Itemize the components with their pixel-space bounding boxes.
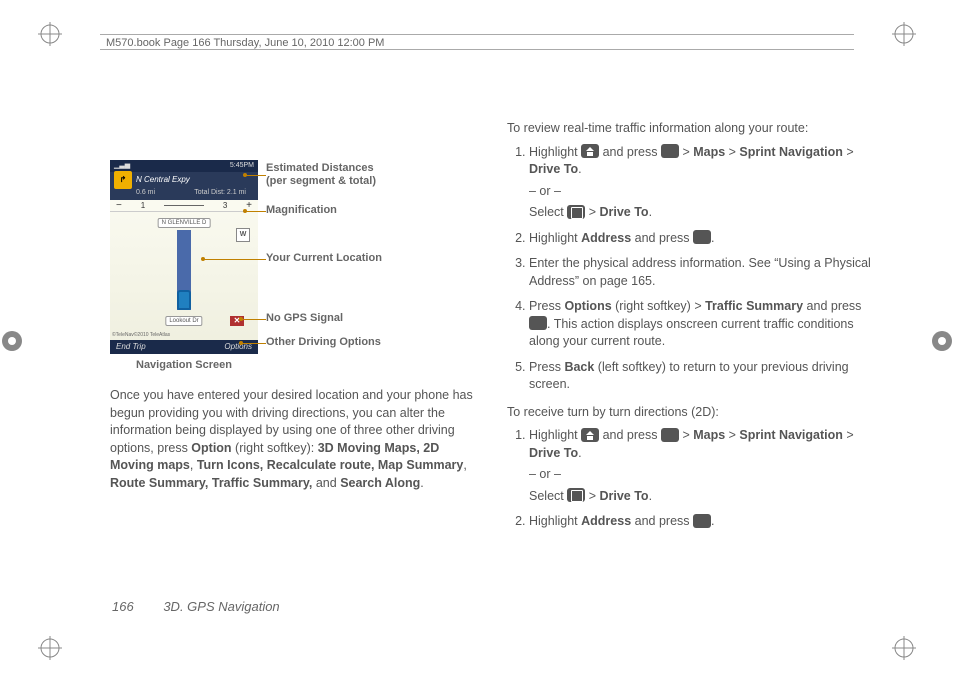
map-copyright: ©TeleNav©2010 TeleAtlas — [112, 332, 170, 339]
zoom-level-1: 1 — [141, 200, 145, 211]
street-label-bottom: Lookout Dr — [165, 316, 202, 326]
crop-mark-icon — [892, 22, 916, 46]
crop-mark-icon — [38, 22, 62, 46]
ok-key-icon — [661, 428, 679, 442]
callout-other-options: Other Driving Options — [266, 336, 381, 348]
ok-key-icon — [693, 230, 711, 244]
step2-2: Highlight Address and press . — [529, 513, 874, 531]
clock-label: 5:45PM — [230, 161, 254, 171]
crop-mark-icon — [38, 636, 62, 660]
compass-icon: W — [236, 228, 250, 242]
softkey-left: End Trip — [116, 341, 146, 352]
left-column: ▁▃▅ 5:45PM ↱ N Central Expy 0.6 mi Total… — [110, 120, 477, 602]
page-footer: 166 3D. GPS Navigation — [112, 599, 280, 614]
step2-1-or: – or – — [529, 466, 874, 484]
street-label-top: N GLENVILLE D — [158, 218, 211, 228]
callout-current-location: Your Current Location — [266, 252, 382, 264]
step2-1-alt: Select > Drive To. — [529, 488, 874, 506]
side-mark-icon — [930, 329, 954, 353]
right-column: To review real-time traffic information … — [507, 120, 874, 602]
nav-key-icon — [567, 488, 585, 502]
callout-no-gps: No GPS Signal — [266, 312, 343, 324]
crop-mark-icon — [892, 636, 916, 660]
page-number: 166 — [112, 599, 134, 614]
step-1-alt: Select > Drive To. — [529, 204, 874, 222]
ok-key-icon — [529, 316, 547, 330]
nav-key-icon — [567, 205, 585, 219]
steps-2d: Highlight and press > Maps > Sprint Navi… — [507, 427, 874, 531]
figure-caption: Navigation Screen — [110, 358, 258, 373]
step-3: Enter the physical address information. … — [529, 255, 874, 290]
map-area: − 1 3 + N GLENVILLE D W Lookout Dr ✕ ©Te… — [110, 200, 258, 340]
step-1-or: – or – — [529, 183, 874, 201]
step-4: Press Options (right softkey) > Traffic … — [529, 298, 874, 351]
section-title: 3D. GPS Navigation — [163, 599, 279, 614]
home-key-icon — [581, 428, 599, 442]
intro-traffic: To review real-time traffic information … — [507, 120, 874, 138]
callout-distances-sub: (per segment & total) — [266, 175, 376, 187]
home-key-icon — [581, 144, 599, 158]
ok-key-icon — [693, 514, 711, 528]
signal-icon: ▁▃▅ — [114, 161, 130, 171]
step2-1: Highlight and press > Maps > Sprint Navi… — [529, 427, 874, 505]
step-1: Highlight and press > Maps > Sprint Navi… — [529, 144, 874, 222]
left-paragraph: Once you have entered your desired locat… — [110, 387, 477, 492]
callout-distances: Estimated Distances — [266, 162, 374, 174]
zoom-out-icon: − — [116, 200, 122, 213]
page-header: M570.book Page 166 Thursday, June 10, 20… — [100, 34, 854, 50]
zoom-level-3: 3 — [223, 200, 227, 211]
callout-magnification: Magnification — [266, 204, 337, 216]
steps-traffic: Highlight and press > Maps > Sprint Navi… — [507, 144, 874, 394]
side-mark-icon — [0, 329, 24, 353]
car-icon — [177, 290, 191, 310]
ok-key-icon — [661, 144, 679, 158]
total-distance: Total Dist: 2.1 mi — [194, 188, 246, 200]
intro-2d: To receive turn by turn directions (2D): — [507, 404, 874, 422]
turn-right-icon: ↱ — [114, 171, 132, 189]
route-name: N Central Expy — [136, 174, 190, 185]
zoom-scale — [164, 205, 204, 206]
step-2: Highlight Address and press . — [529, 230, 874, 248]
navigation-screenshot: ▁▃▅ 5:45PM ↱ N Central Expy 0.6 mi Total… — [110, 160, 258, 354]
segment-distance: 0.6 mi — [136, 188, 155, 200]
step-5: Press Back (left softkey) to return to y… — [529, 359, 874, 394]
